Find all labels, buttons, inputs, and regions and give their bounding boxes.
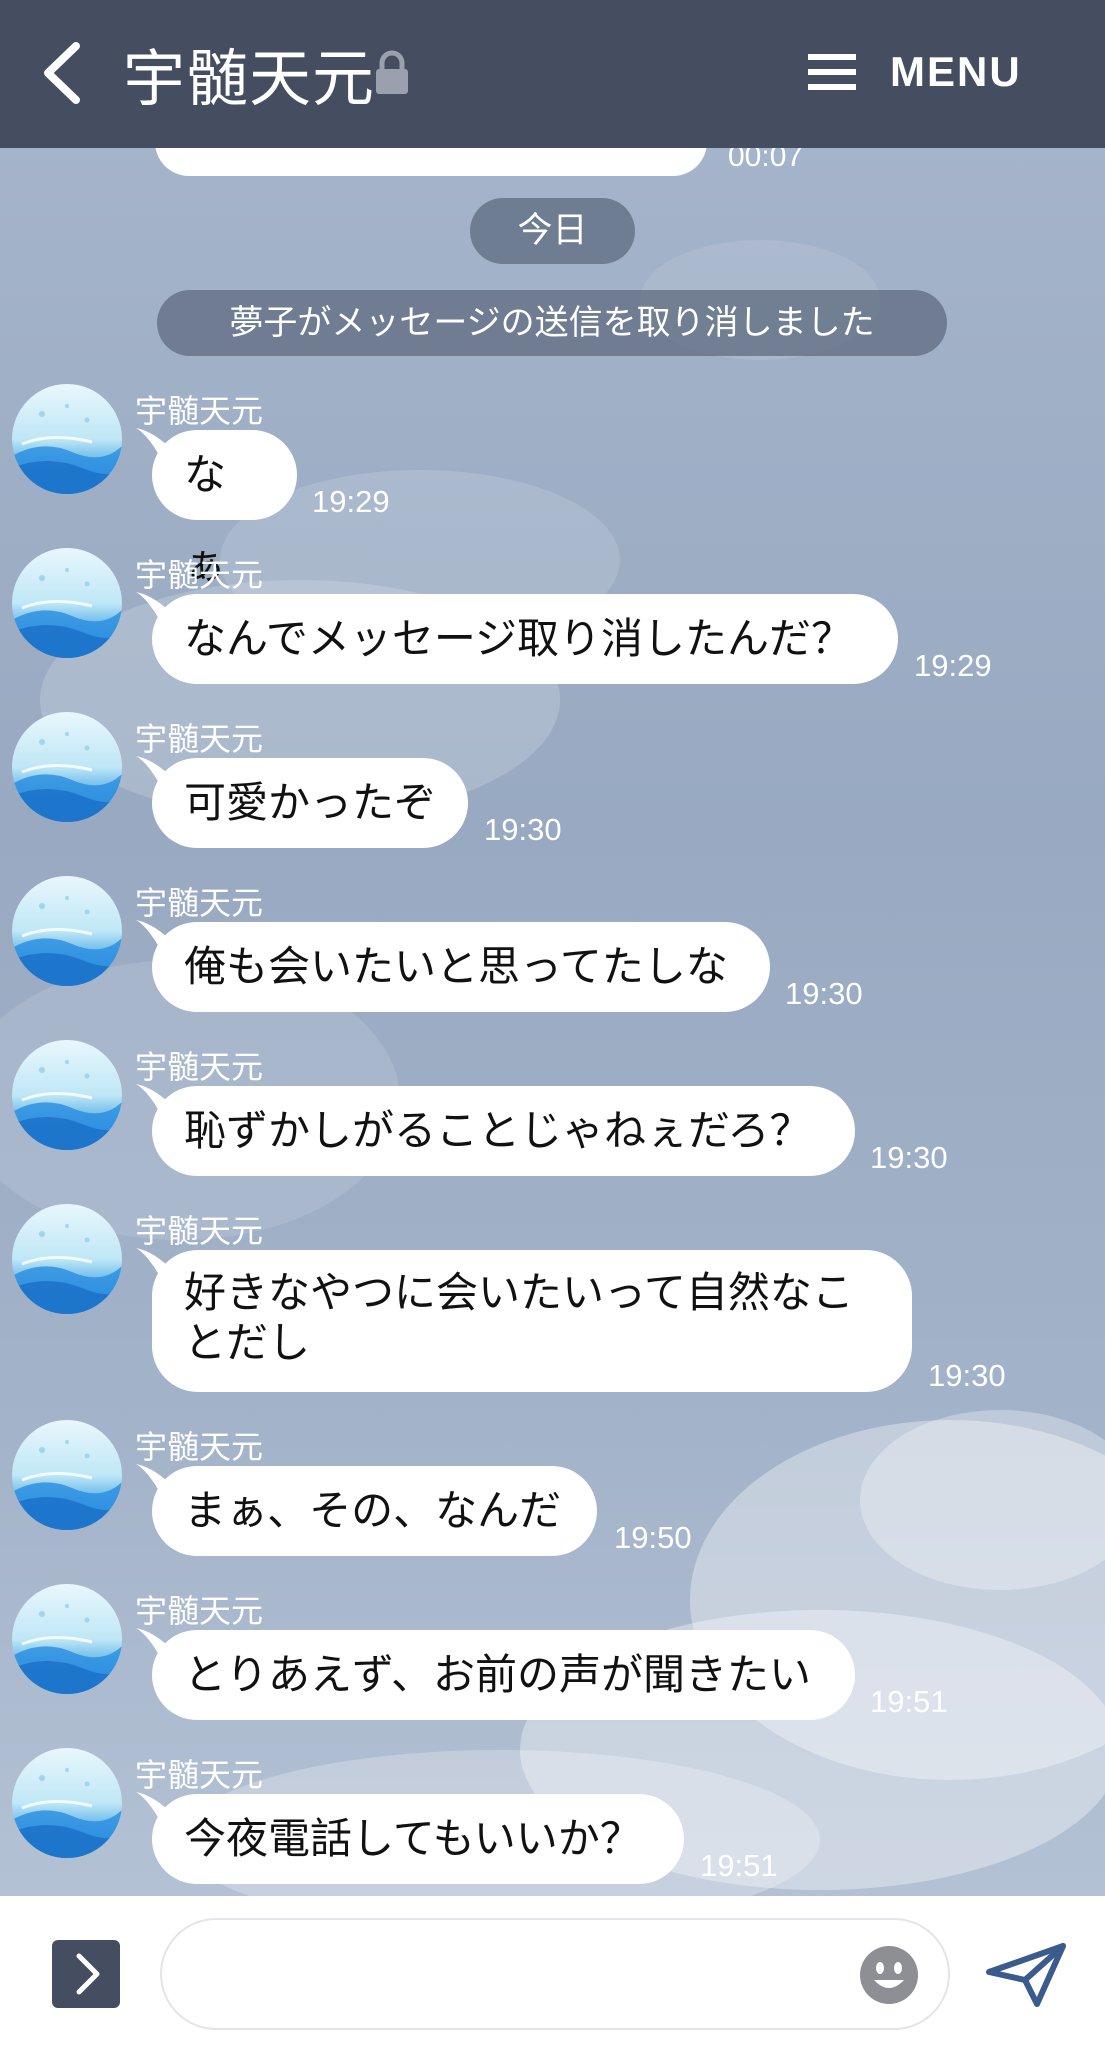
- avatar[interactable]: [12, 384, 122, 494]
- message-bubble[interactable]: 恥ずかしがることじゃねぇだろ？: [152, 1086, 855, 1176]
- water-avatar-image: [12, 548, 122, 658]
- water-avatar-image: [12, 1040, 122, 1150]
- sender-name: 宇髄天元: [135, 1592, 264, 1630]
- avatar[interactable]: [12, 876, 122, 986]
- sender-name: 宇髄天元: [135, 720, 264, 758]
- sender-name: 宇髄天元: [135, 392, 264, 430]
- message-time: 19:30: [870, 1140, 948, 1175]
- avatar[interactable]: [12, 1420, 122, 1530]
- avatar[interactable]: [12, 548, 122, 658]
- water-avatar-image: [12, 1420, 122, 1530]
- message-bubble[interactable]: 今夜電話してもいいか？: [152, 1794, 684, 1884]
- message-time: 19:30: [928, 1358, 1006, 1393]
- previous-message-time: 00:07: [728, 148, 804, 173]
- water-avatar-image: [12, 1204, 122, 1314]
- chat-title: 宇髄天元: [123, 42, 376, 115]
- message-time: 19:51: [700, 1848, 778, 1883]
- smiley-icon[interactable]: [858, 1944, 920, 2006]
- water-avatar-image: [12, 1748, 122, 1858]
- message-bubble[interactable]: 俺も会いたいと思ってたしな: [152, 922, 770, 1012]
- date-separator: 今日: [470, 198, 635, 264]
- chat-header: 宇髄天元 MENU: [0, 0, 1105, 148]
- avatar[interactable]: [12, 1748, 122, 1858]
- message-time: 19:51: [870, 1684, 948, 1719]
- lock-icon: [376, 50, 408, 94]
- message-line: 好きなやつに会いたいって自然なこ: [184, 1268, 854, 1317]
- message-bubble[interactable]: まぁ、その、なんだ: [152, 1466, 597, 1556]
- message-bubble[interactable]: とりあえず、お前の声が聞きたい: [152, 1630, 855, 1720]
- message-bubble[interactable]: なぁ: [152, 430, 297, 589]
- paper-plane-icon[interactable]: [985, 1942, 1067, 2008]
- water-avatar-image: [12, 1584, 122, 1694]
- chevron-right-icon: [76, 1953, 100, 1995]
- menu-button[interactable]: MENU: [808, 44, 1022, 100]
- message-time: 19:30: [484, 812, 562, 847]
- avatar[interactable]: [12, 1204, 122, 1314]
- sender-name: 宇髄天元: [135, 1048, 264, 1086]
- avatar[interactable]: [12, 1584, 122, 1694]
- message-time: 19:50: [614, 1520, 692, 1555]
- chat-history[interactable]: 00:07 今日 夢子がメッセージの送信を取り消しました 宇髄天元 なぁ 19:…: [0, 148, 1105, 1896]
- message-bubble[interactable]: 可愛かったぞ: [152, 758, 468, 848]
- sender-name: 宇髄天元: [135, 556, 264, 594]
- sender-name: 宇髄天元: [135, 1756, 264, 1794]
- message-composer: [0, 1896, 1105, 2048]
- expand-button[interactable]: [52, 1940, 120, 2008]
- message-time: 19:29: [312, 484, 390, 519]
- previous-message-bubble[interactable]: [155, 148, 707, 176]
- avatar[interactable]: [12, 1040, 122, 1150]
- water-avatar-image: [12, 876, 122, 986]
- hamburger-icon: [808, 54, 856, 90]
- message-bubble[interactable]: 好きなやつに会いたいって自然なこ とだし: [152, 1250, 912, 1392]
- water-avatar-image: [12, 384, 122, 494]
- water-avatar-image: [12, 712, 122, 822]
- sender-name: 宇髄天元: [135, 1428, 264, 1466]
- sender-name: 宇髄天元: [135, 884, 264, 922]
- chevron-left-icon[interactable]: [34, 38, 94, 108]
- message-input[interactable]: [160, 1918, 950, 2030]
- message-time: 19:30: [785, 976, 863, 1011]
- message-bubble[interactable]: なんでメッセージ取り消したんだ？: [152, 594, 898, 684]
- avatar[interactable]: [12, 712, 122, 822]
- system-notice: 夢子がメッセージの送信を取り消しました: [157, 290, 947, 356]
- message-line: とだし: [184, 1318, 311, 1367]
- menu-label: MENU: [890, 48, 1022, 95]
- message-time: 19:29: [914, 648, 992, 683]
- sender-name: 宇髄天元: [135, 1212, 264, 1250]
